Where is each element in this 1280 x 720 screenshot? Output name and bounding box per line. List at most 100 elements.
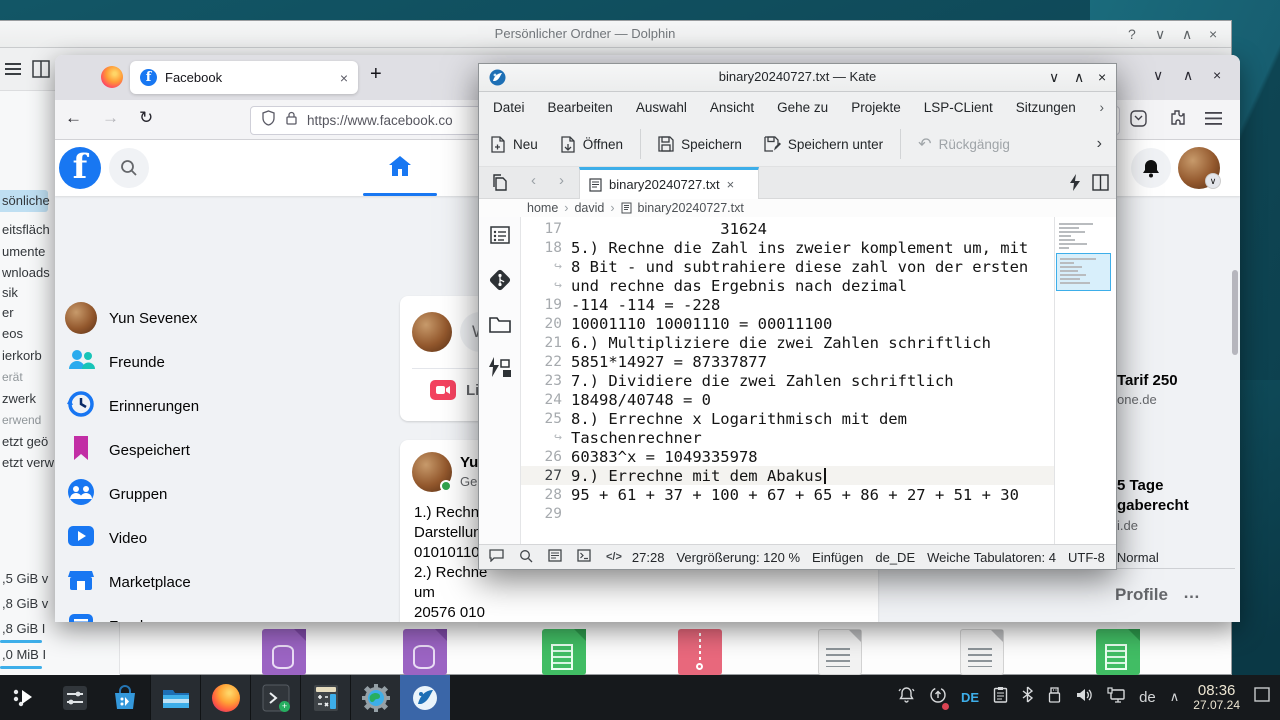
keyboard-indicator-badge[interactable]: DE (961, 690, 979, 705)
close-button[interactable]: × (1209, 26, 1217, 42)
places-item[interactable]: er (2, 305, 14, 320)
account-chevron-icon[interactable]: ∨ (1205, 173, 1221, 189)
terminal-panel-icon[interactable] (577, 549, 591, 565)
save-as-button[interactable]: Speichern unter (753, 136, 894, 152)
git-panel-icon[interactable] (489, 269, 511, 296)
usb-device-icon[interactable] (1047, 687, 1062, 708)
editor-line[interactable]: 2895 + 61 + 37 + 100 + 67 + 65 + 86 + 27… (521, 485, 1054, 504)
encoding[interactable]: UTF-8 (1068, 550, 1105, 565)
sidebar-item-profile[interactable]: Yun Sevenex (59, 298, 395, 338)
menu-gehezu[interactable]: Gehe zu (777, 100, 828, 115)
editor-line[interactable]: 258.) Errechne x Logarithmisch mit dem (521, 409, 1054, 428)
menu-overflow-chevron[interactable]: › (1100, 100, 1117, 115)
editor-line[interactable]: 29 (521, 504, 1054, 523)
digital-clock[interactable]: 08:36 27.07.24 (1193, 682, 1240, 713)
taskbar-kcalc[interactable] (300, 675, 350, 720)
menu-sitzungen[interactable]: Sitzungen (1016, 100, 1076, 115)
volume-icon[interactable] (1076, 687, 1093, 708)
menu-bearbeiten[interactable]: Bearbeiten (548, 100, 613, 115)
editor-line[interactable]: 225851*14927 = 87337877 (521, 352, 1054, 371)
ad-title[interactable]: gaberecht (1117, 497, 1189, 514)
places-item[interactable]: sönliche (2, 193, 50, 208)
cursor-position[interactable]: 27:28 (632, 550, 665, 565)
tab-settings[interactable]: Weiche Tabulatoren: 4 (927, 550, 1056, 565)
sidebar-item-groups[interactable]: Gruppen (59, 474, 395, 514)
scrollbar-thumb[interactable] (1232, 270, 1238, 355)
dictionary[interactable]: de_DE (875, 550, 915, 565)
keyboard-layout-label[interactable]: de (1139, 689, 1156, 706)
app-menu-hamburger-icon[interactable] (1205, 112, 1222, 130)
menu-datei[interactable]: Datei (493, 100, 525, 115)
tab-close-icon[interactable]: × (727, 177, 735, 192)
editor-line[interactable]: 2418498/40748 = 0 (521, 390, 1054, 409)
maximize-button[interactable]: ∧ (1182, 26, 1192, 43)
search-panel-icon[interactable] (519, 549, 533, 566)
editor-tab[interactable]: binary20240727.txt × (579, 167, 759, 199)
minimap-viewport[interactable] (1056, 253, 1111, 291)
app-launcher-button[interactable] (0, 675, 50, 720)
input-mode[interactable]: Einfügen (812, 550, 863, 565)
editor-line[interactable]: 237.) Dividiere die zwei Zahlen schriftl… (521, 371, 1054, 390)
tab-prev-chevron[interactable]: ‹ (531, 172, 536, 189)
minimize-button[interactable]: ∨ (1049, 69, 1059, 86)
menu-lsp-client[interactable]: LSP-CLient (924, 100, 993, 115)
breadcrumb-file[interactable]: binary20240727.txt (638, 201, 744, 215)
sidebar-item-saved[interactable]: Gespeichert (59, 430, 395, 470)
editor-text-area[interactable]: 17 31624 185.) Rechne die Zahl ins zweie… (521, 219, 1054, 523)
file-icon-text[interactable] (818, 629, 862, 675)
save-button[interactable]: Speichern (647, 136, 753, 152)
taskbar-kate[interactable] (400, 675, 450, 720)
bluetooth-icon[interactable] (1022, 686, 1033, 708)
tab-next-chevron[interactable]: › (559, 172, 564, 189)
sidebar-item-marketplace[interactable]: Marketplace (59, 562, 395, 602)
places-item[interactable]: zwerk (2, 391, 36, 406)
breadcrumb-david[interactable]: david (574, 201, 604, 215)
output-panel-icon[interactable] (489, 549, 504, 565)
avatar[interactable] (412, 312, 452, 352)
places-device-item[interactable]: ,0 MiB I (2, 647, 46, 662)
tab-close-icon[interactable]: × (340, 70, 348, 86)
maximize-button[interactable]: ∧ (1183, 67, 1193, 84)
notifications-bell-button[interactable] (1131, 148, 1171, 188)
minimize-button[interactable]: ∨ (1155, 26, 1165, 43)
taskbar-konsole[interactable]: + (250, 675, 300, 720)
file-icon-database[interactable] (403, 629, 447, 675)
new-tab-button[interactable]: + (370, 63, 382, 86)
kate-titlebar[interactable]: binary20240727.txt — Kate ∨ ∧ × (479, 64, 1116, 92)
filesystem-panel-icon[interactable] (489, 315, 511, 338)
editor-line-current[interactable]: 279.) Errechne mit dem Abakus (521, 466, 1054, 485)
file-icon-archive[interactable] (678, 629, 722, 675)
discover-button[interactable] (100, 675, 150, 720)
lock-icon[interactable] (285, 111, 298, 131)
external-tools-panel-icon[interactable] (487, 357, 513, 386)
zoom-level[interactable]: Vergrößerung: 120 % (676, 550, 800, 565)
file-icon-database[interactable] (262, 629, 306, 675)
undo-button[interactable]: ↶ Rückgängig (907, 134, 1021, 154)
editor-line[interactable]: 216.) Multipliziere die zwei Zahlen schr… (521, 333, 1054, 352)
menu-projekte[interactable]: Projekte (851, 100, 901, 115)
split-view-icon[interactable] (1092, 174, 1109, 196)
places-item[interactable]: sik (2, 285, 18, 300)
maximize-button[interactable]: ∧ (1074, 69, 1084, 86)
forward-button[interactable]: → (102, 108, 119, 128)
back-button[interactable]: ← (65, 108, 82, 128)
places-item[interactable]: etzt verw (2, 455, 54, 470)
sidebar-item-friends[interactable]: Freunde (59, 342, 395, 382)
menu-ansicht[interactable]: Ansicht (710, 100, 754, 115)
clipboard-icon[interactable] (993, 686, 1008, 708)
toolbar-overflow-chevron[interactable]: › (1097, 135, 1116, 153)
dolphin-titlebar[interactable]: Persönlicher Ordner — Dolphin ? ∨ ∧ × (0, 21, 1231, 48)
places-item[interactable]: eos (2, 326, 23, 341)
network-display-icon[interactable] (1107, 687, 1125, 708)
editor-line[interactable]: 19-114 -114 = -228 (521, 295, 1054, 314)
highlight-mode[interactable]: Normal (1117, 550, 1159, 565)
ad-title[interactable]: Tarif 250 (1117, 372, 1178, 389)
pocket-icon[interactable] (1130, 110, 1147, 132)
minimap-scrollbar[interactable] (1054, 217, 1112, 546)
editor-line[interactable]: 17 31624 (521, 219, 1054, 238)
places-item[interactable]: etzt geö (2, 434, 48, 449)
search-button[interactable] (109, 148, 149, 188)
open-file-button[interactable]: Öffnen (549, 136, 634, 153)
places-device-item[interactable]: ,8 GiB I (2, 621, 45, 636)
editor-line[interactable]: 2010001110 10001110 = 00011100 (521, 314, 1054, 333)
